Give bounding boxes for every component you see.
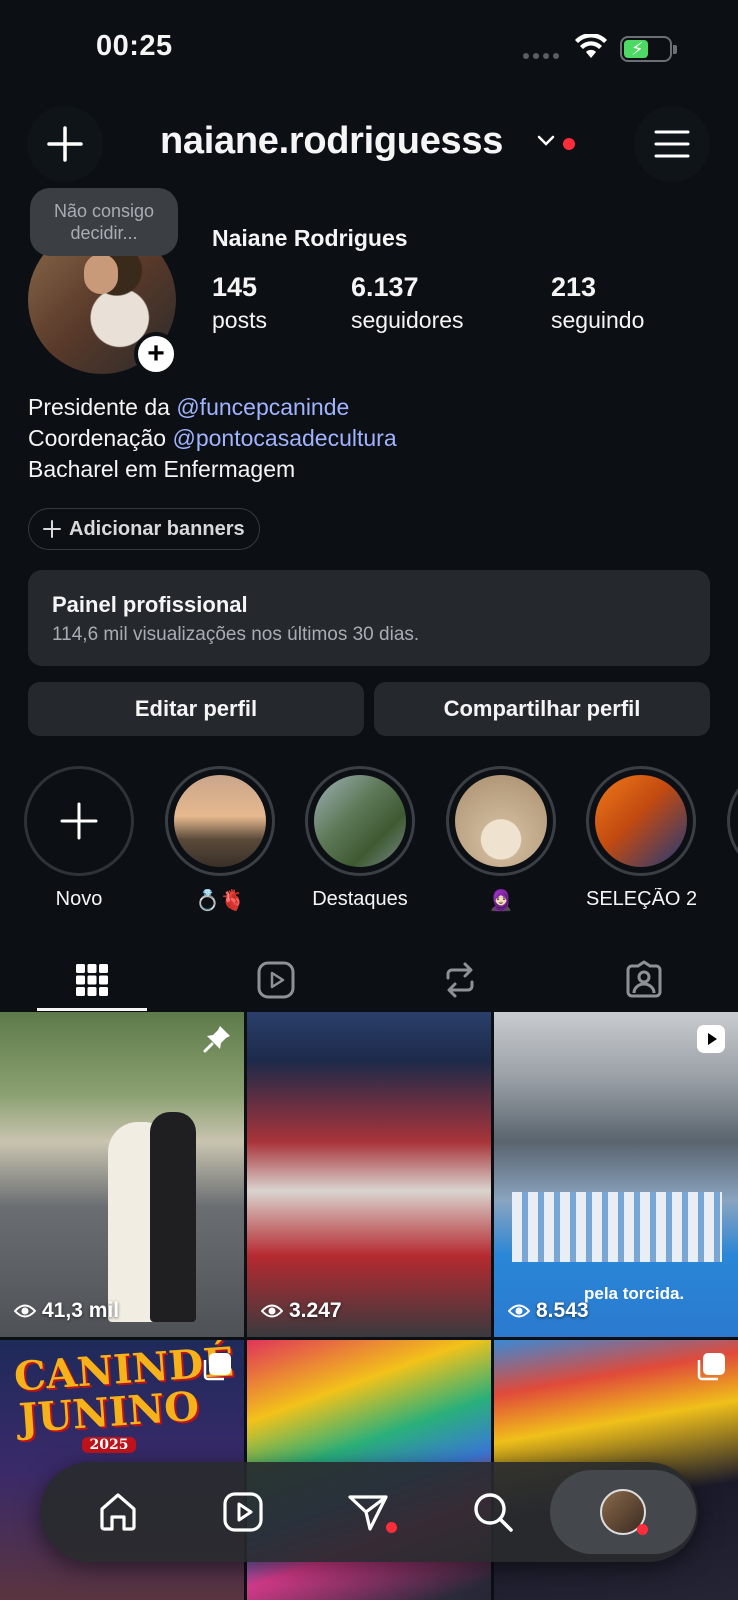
battery-icon: ⚡ — [620, 36, 677, 62]
panel-title: Painel profissional — [52, 592, 248, 617]
active-tab-indicator — [37, 1008, 147, 1011]
views-icon — [14, 1304, 36, 1318]
stat-followers[interactable]: 6.137 seguidores — [351, 272, 464, 334]
view-count: 8.543 — [508, 1299, 589, 1323]
profile-bio: Presidente da @funcepcaninde Coordenação… — [28, 392, 397, 485]
nav-profile[interactable] — [585, 1474, 661, 1550]
stat-value: 145 — [212, 272, 258, 302]
status-time: 00:25 — [96, 30, 173, 62]
plus-icon — [60, 802, 98, 840]
highlight-item-partial[interactable] — [727, 766, 738, 876]
add-story-button[interactable]: + — [134, 332, 178, 376]
highlight-label: 🧕🏻 — [488, 890, 514, 912]
hamburger-menu-icon — [654, 130, 690, 158]
tile-title-art: CANINDÉ JUNINO 2025 — [13, 1340, 235, 1453]
highlight-new[interactable]: Novo — [24, 766, 134, 911]
wifi-icon — [574, 33, 608, 65]
plus-icon — [47, 126, 83, 162]
tab-reposts[interactable] — [368, 950, 552, 1010]
bio-text: Presidente da — [28, 394, 177, 420]
highlight-label: Destaques — [312, 888, 408, 910]
stat-value: 6.137 — [351, 272, 419, 302]
chevron-down-icon[interactable] — [536, 134, 556, 153]
view-count-value: 41,3 mil — [42, 1299, 120, 1322]
create-button[interactable] — [27, 106, 103, 182]
carousel-icon — [202, 1352, 232, 1387]
views-icon — [508, 1304, 530, 1318]
tab-tagged[interactable] — [552, 950, 736, 1010]
panel-subtitle: 114,6 mil visualizações nos últimos 30 d… — [52, 624, 420, 645]
tile-title-line: JUNINO — [17, 1382, 201, 1443]
notification-dot — [386, 1522, 397, 1533]
stat-label: posts — [212, 307, 267, 333]
bio-text: Bacharel em Enfermagem — [28, 456, 296, 482]
tile-caption: pela torcida. — [584, 1284, 685, 1303]
nav-reels[interactable] — [205, 1474, 281, 1550]
post-tile[interactable]: 3.247 — [247, 1012, 491, 1337]
view-count-value: 8.543 — [536, 1299, 589, 1322]
stat-label: seguidores — [351, 307, 464, 333]
profile-username[interactable]: naiane.rodriguesss — [160, 120, 503, 163]
reels-icon — [257, 961, 295, 999]
stat-value: 213 — [551, 272, 597, 302]
highlight-item[interactable]: Destaques — [305, 766, 415, 911]
stat-following[interactable]: 213 seguindo — [551, 272, 644, 334]
share-profile-button[interactable]: Compartilhar perfil — [374, 682, 710, 736]
highlight-label: SELEÇÃO 2... — [586, 888, 696, 910]
bio-text: Coordenação — [28, 425, 173, 451]
carousel-icon — [696, 1352, 726, 1387]
highlight-item[interactable]: SELEÇÃO 2... — [586, 766, 696, 911]
cellular-signal-icon — [523, 53, 559, 59]
repost-icon — [446, 962, 474, 998]
reels-icon — [223, 1492, 263, 1532]
search-icon — [474, 1493, 513, 1532]
notification-dot — [563, 138, 575, 150]
edit-profile-button[interactable]: Editar perfil — [28, 682, 364, 736]
views-icon — [261, 1304, 283, 1318]
post-tile[interactable]: 41,3 mil — [0, 1012, 244, 1337]
highlight-label: 💍🫀 — [195, 890, 245, 912]
add-banners-label: Adicionar banners — [69, 517, 245, 540]
send-icon — [348, 1495, 388, 1531]
highlight-item[interactable]: 💍🫀 — [165, 766, 275, 913]
professional-dashboard[interactable]: Painel profissional 114,6 mil visualizaç… — [28, 570, 710, 666]
notification-dot — [637, 1524, 648, 1535]
profile-full-name: Naiane Rodrigues — [212, 225, 408, 251]
grid-icon — [76, 964, 108, 996]
plus-icon — [43, 520, 61, 538]
tab-grid[interactable] — [0, 950, 184, 1010]
stat-label: seguindo — [551, 307, 645, 333]
reel-icon — [696, 1024, 726, 1059]
bio-mention-link[interactable]: @funcepcaninde — [176, 394, 349, 420]
highlight-item[interactable]: 🧕🏻 — [446, 766, 556, 913]
menu-button[interactable] — [634, 106, 710, 182]
note-bubble[interactable]: Não consigo decidir... — [30, 188, 178, 256]
tagged-user-icon — [626, 960, 662, 998]
home-icon — [100, 1493, 136, 1531]
nav-messages[interactable] — [330, 1474, 406, 1550]
tab-reels[interactable] — [184, 950, 368, 1010]
pin-icon — [202, 1024, 232, 1059]
stat-posts[interactable]: 145 posts — [212, 272, 267, 334]
view-count-value: 3.247 — [289, 1299, 342, 1322]
view-count: 3.247 — [261, 1299, 342, 1323]
add-banners-button[interactable]: Adicionar banners — [28, 508, 260, 550]
nav-search[interactable] — [455, 1474, 531, 1550]
tile-title-year: 2025 — [81, 1437, 137, 1453]
bio-mention-link[interactable]: @pontocasadecultura — [173, 425, 397, 451]
highlight-label: Novo — [55, 888, 103, 910]
post-tile[interactable]: pela torcida. 8.543 — [494, 1012, 738, 1337]
view-count: 41,3 mil — [14, 1299, 119, 1323]
nav-home[interactable] — [80, 1474, 156, 1550]
